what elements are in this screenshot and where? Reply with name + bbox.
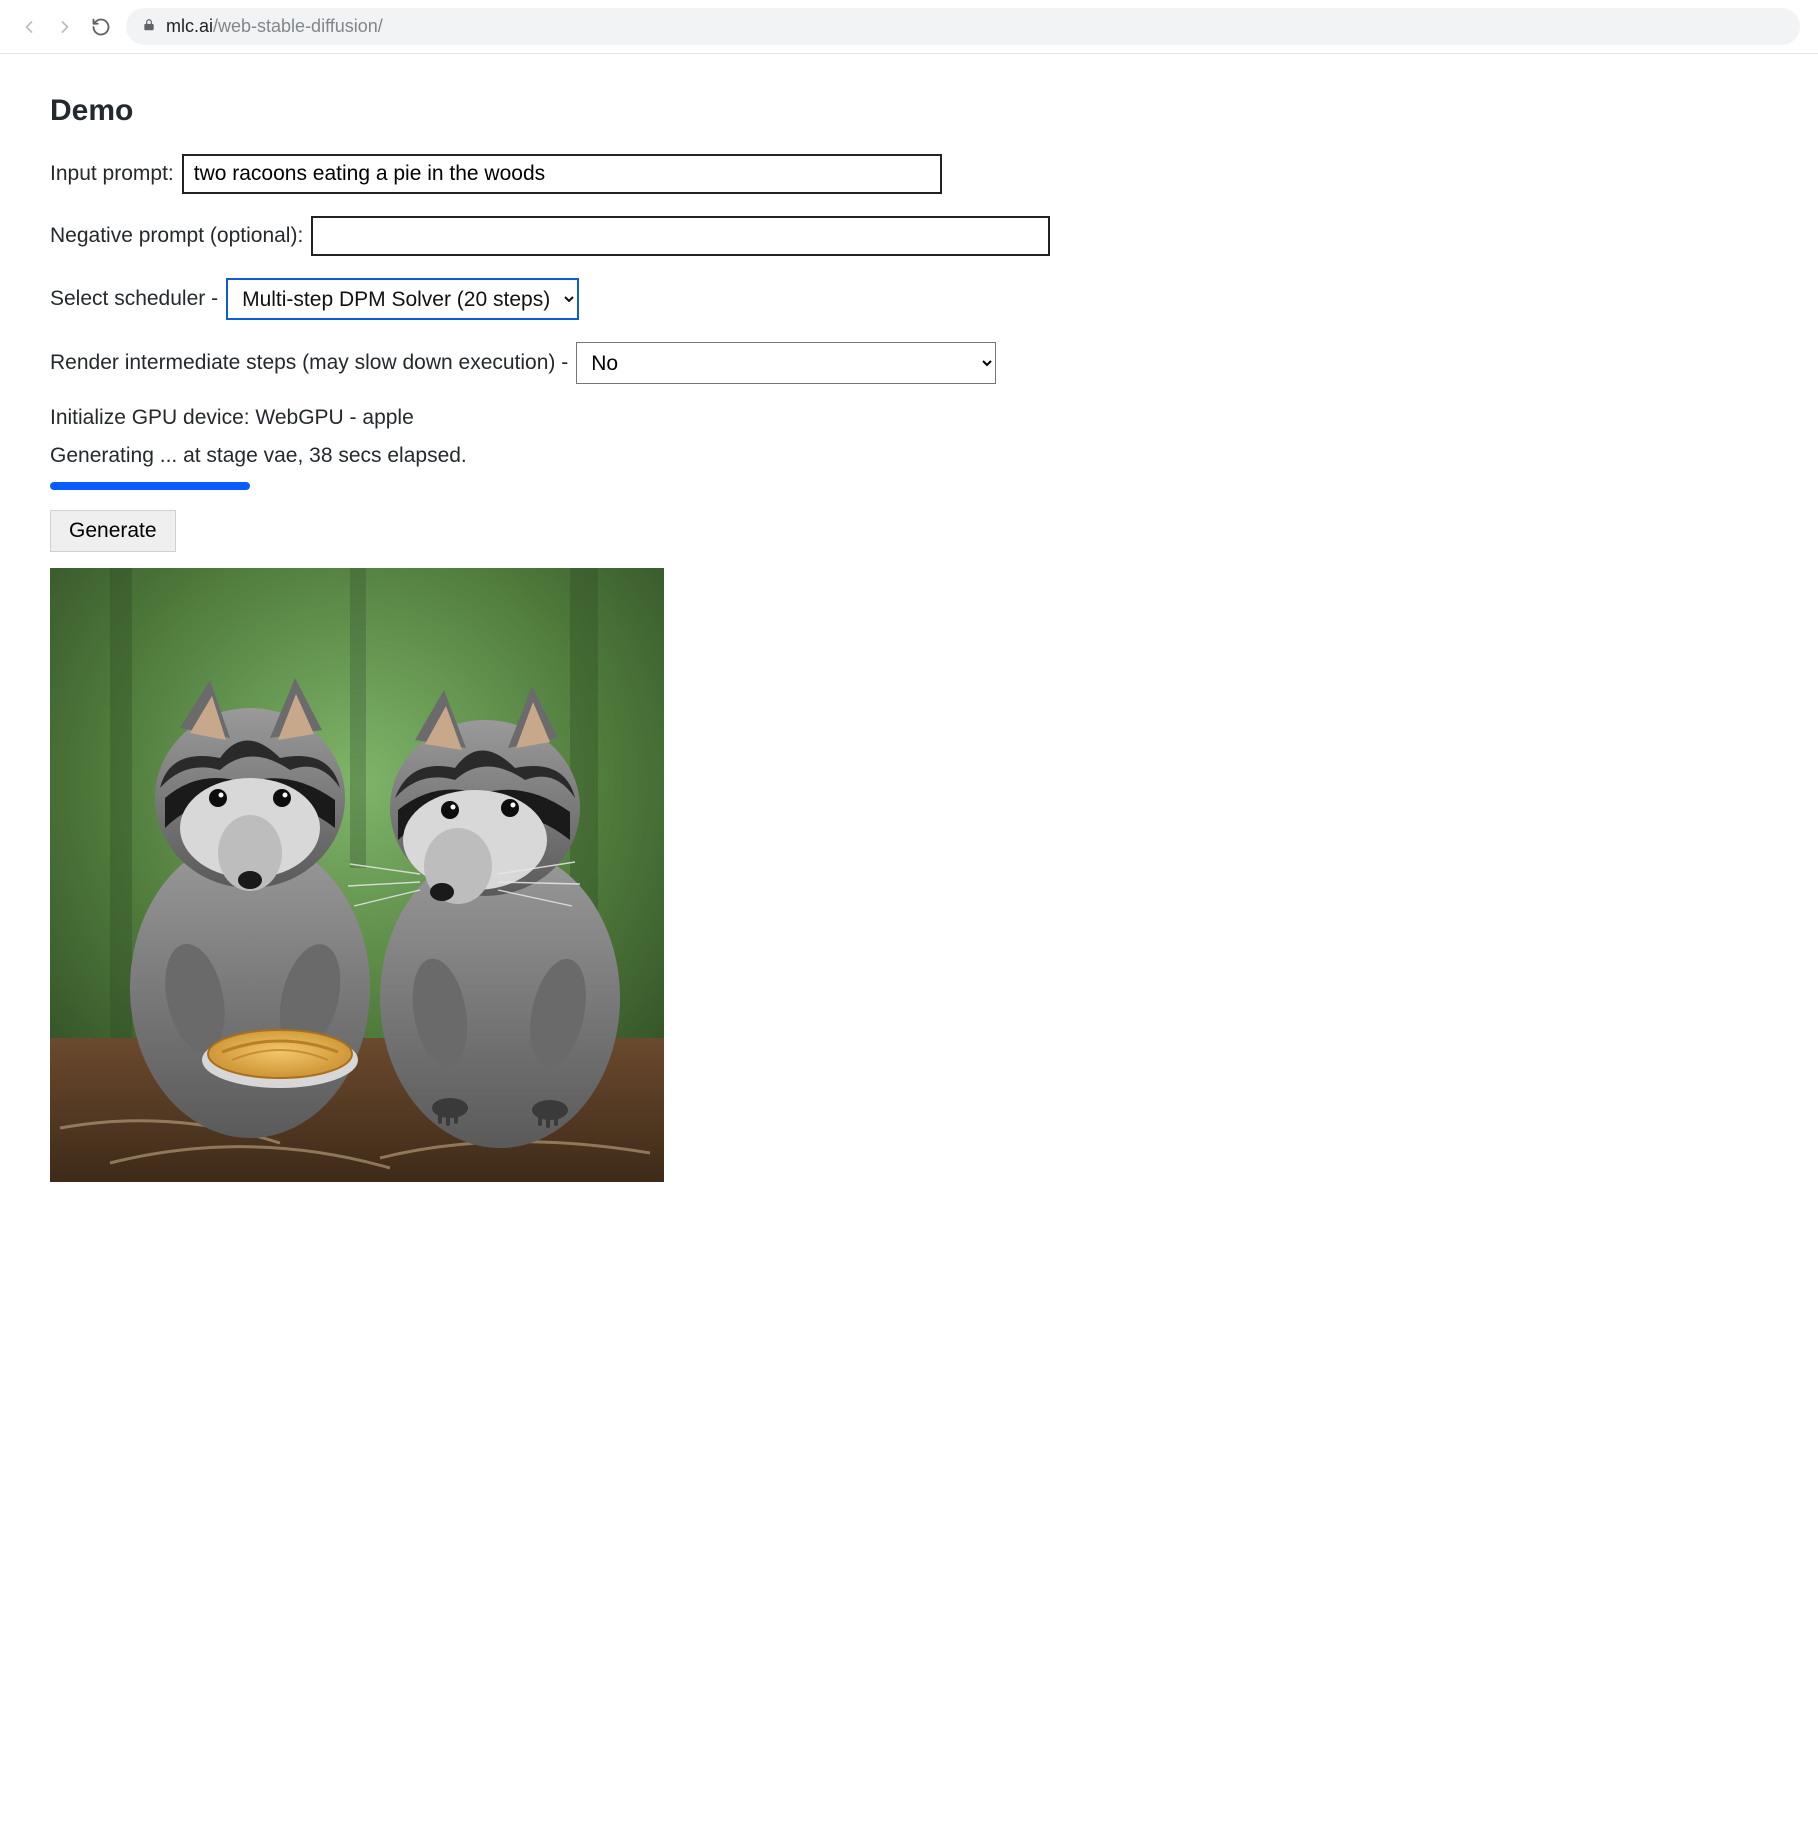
browser-toolbar: mlc.ai/web-stable-diffusion/ [0, 0, 1818, 54]
render-steps-row: Render intermediate steps (may slow down… [50, 342, 1050, 384]
url-text: mlc.ai/web-stable-diffusion/ [166, 16, 383, 37]
progress-bar-fill [50, 482, 250, 490]
negative-prompt-label: Negative prompt (optional): [50, 224, 303, 248]
negative-prompt-row: Negative prompt (optional): [50, 216, 1050, 256]
page-content: Demo Input prompt: Negative prompt (opti… [0, 54, 1100, 1212]
forward-button[interactable] [54, 16, 76, 38]
input-prompt-label: Input prompt: [50, 162, 174, 186]
page-title: Demo [50, 94, 1050, 128]
scheduler-label: Select scheduler - [50, 287, 218, 311]
address-bar[interactable]: mlc.ai/web-stable-diffusion/ [126, 8, 1800, 45]
url-path: /web-stable-diffusion/ [213, 16, 383, 36]
scheduler-row: Select scheduler - Multi-step DPM Solver… [50, 278, 1050, 320]
lock-icon [142, 16, 156, 37]
input-prompt-row: Input prompt: [50, 154, 1050, 194]
render-steps-select[interactable]: No [576, 342, 996, 384]
render-steps-label: Render intermediate steps (may slow down… [50, 351, 568, 375]
generated-image [50, 568, 664, 1182]
input-prompt-field[interactable] [182, 154, 942, 194]
generate-button[interactable]: Generate [50, 510, 176, 552]
scheduler-select[interactable]: Multi-step DPM Solver (20 steps) [226, 278, 579, 320]
reload-button[interactable] [90, 16, 112, 38]
url-host: mlc.ai [166, 16, 213, 36]
generation-status: Generating ... at stage vae, 38 secs ela… [50, 444, 1050, 468]
progress-bar-track [50, 482, 1050, 492]
gpu-status: Initialize GPU device: WebGPU - apple [50, 406, 1050, 430]
negative-prompt-field[interactable] [311, 216, 1050, 256]
back-button[interactable] [18, 16, 40, 38]
